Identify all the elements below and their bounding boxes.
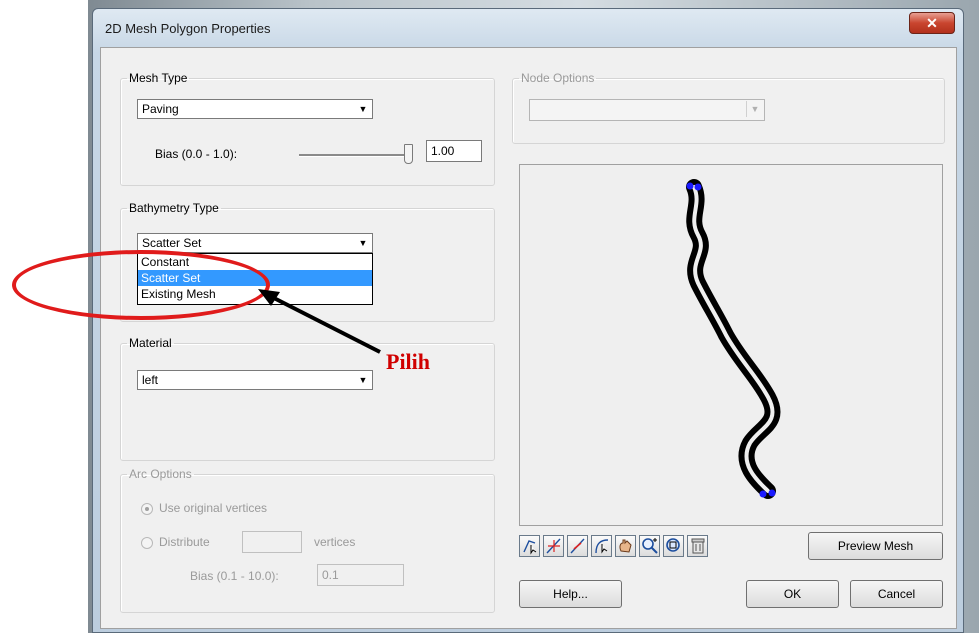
- annotation-arrow: [258, 289, 381, 354]
- annotation-text: Pilih: [386, 349, 431, 374]
